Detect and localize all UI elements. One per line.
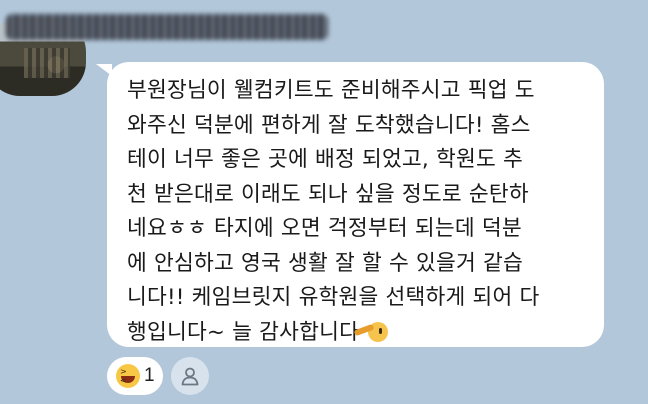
person-icon xyxy=(181,367,198,386)
smirk-emoji xyxy=(368,321,389,342)
laughing-face-emoji xyxy=(116,364,140,388)
reaction-bar: 1 xyxy=(107,357,209,395)
laugh-reaction-button[interactable]: 1 xyxy=(107,357,163,395)
sender-name-redacted xyxy=(6,14,328,40)
avatar-photo-detail xyxy=(24,48,70,78)
add-reaction-button[interactable] xyxy=(170,357,209,395)
message-bubble[interactable]: 부원장님이 웰컴키트도 준비해주시고 픽업 도 와주신 덕분에 편하게 잘 도착… xyxy=(107,62,604,347)
reaction-count: 1 xyxy=(144,365,155,386)
message-body: 부원장님이 웰컴키트도 준비해주시고 픽업 도 와주신 덕분에 편하게 잘 도착… xyxy=(127,78,540,345)
message-text: 부원장님이 웰컴키트도 준비해주시고 픽업 도 와주신 덕분에 편하게 잘 도착… xyxy=(127,74,588,350)
